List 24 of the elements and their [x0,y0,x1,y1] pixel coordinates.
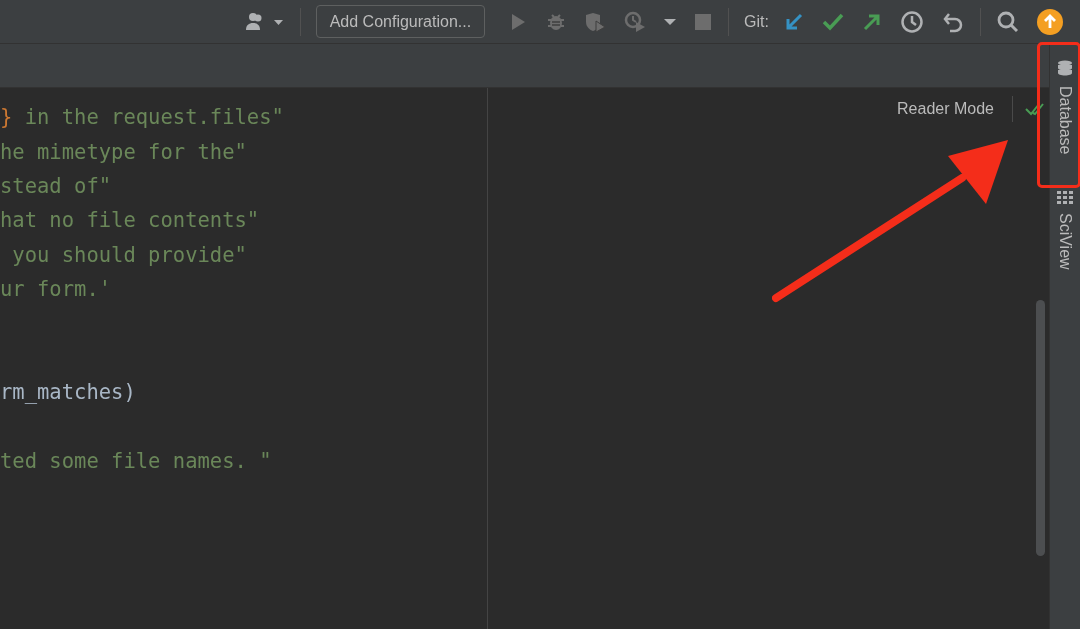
up-arrow-circle-icon[interactable] [1037,8,1063,35]
caret-icon[interactable] [664,17,677,26]
scrollbar[interactable] [1036,300,1045,556]
search-icon[interactable] [997,10,1019,33]
code-line: rm_matches) [0,380,136,405]
double-check-icon [1025,102,1045,116]
clock-icon[interactable] [900,9,924,34]
git-label: Git: [744,12,769,31]
database-icon [1057,60,1073,78]
code-line: ur form.' [0,277,112,302]
user-icon[interactable] [243,10,284,33]
code-line: } in the request.files" [0,105,284,130]
code-line: ted some file names. " [0,449,272,474]
code-line: stead of" [0,173,112,198]
code-line: you should provide" [11,242,247,267]
add-configuration-button[interactable]: Add Configuration... [315,5,486,38]
arrow-down-left-icon[interactable] [784,11,804,32]
grid-icon [1057,190,1073,205]
code-line: hat no file contents" [0,208,260,233]
reader-mode-link[interactable]: Reader Mode [897,100,994,118]
tool-window-tab[interactable]: SciView [1050,174,1080,290]
tool-window-tab[interactable]: Database [1050,44,1080,175]
code-line: he mimetype for the" [0,139,247,164]
check-icon[interactable] [822,12,844,31]
